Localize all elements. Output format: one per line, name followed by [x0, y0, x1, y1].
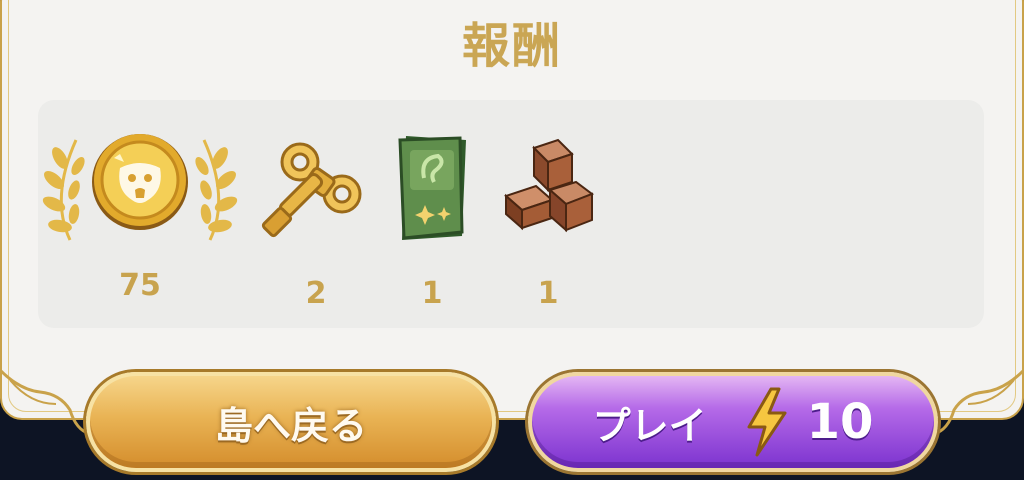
dialog-title: 報酬 [461, 18, 562, 74]
back-to-island-label: 島へ戻る [214, 403, 367, 448]
reward-item-coin: 75 [40, 128, 240, 318]
gold-coin-laurel-icon [42, 134, 238, 241]
play-button[interactable]: プレイ 10 [528, 372, 938, 472]
play-label: プレイ [592, 403, 707, 448]
reward-item-blocks: 1 [488, 128, 608, 318]
lightning-energy-icon [747, 387, 787, 457]
brown-blocks-icon [504, 138, 595, 233]
right-frame-ornament [934, 368, 1024, 436]
reward-count-blocks: 1 [537, 276, 559, 311]
wind-up-key-icon [261, 142, 362, 238]
play-energy-cost: 10 [806, 394, 874, 450]
reward-count-card-pack: 1 [421, 276, 443, 311]
reward-count-coin: 75 [119, 268, 161, 303]
reward-count-key: 2 [305, 276, 327, 311]
reward-item-key: 2 [256, 128, 376, 318]
back-to-island-button[interactable]: 島へ戻る [86, 372, 496, 472]
reward-item-card-pack: 1 [372, 128, 492, 318]
left-frame-ornament [0, 368, 90, 436]
green-card-pack-icon [398, 136, 466, 240]
